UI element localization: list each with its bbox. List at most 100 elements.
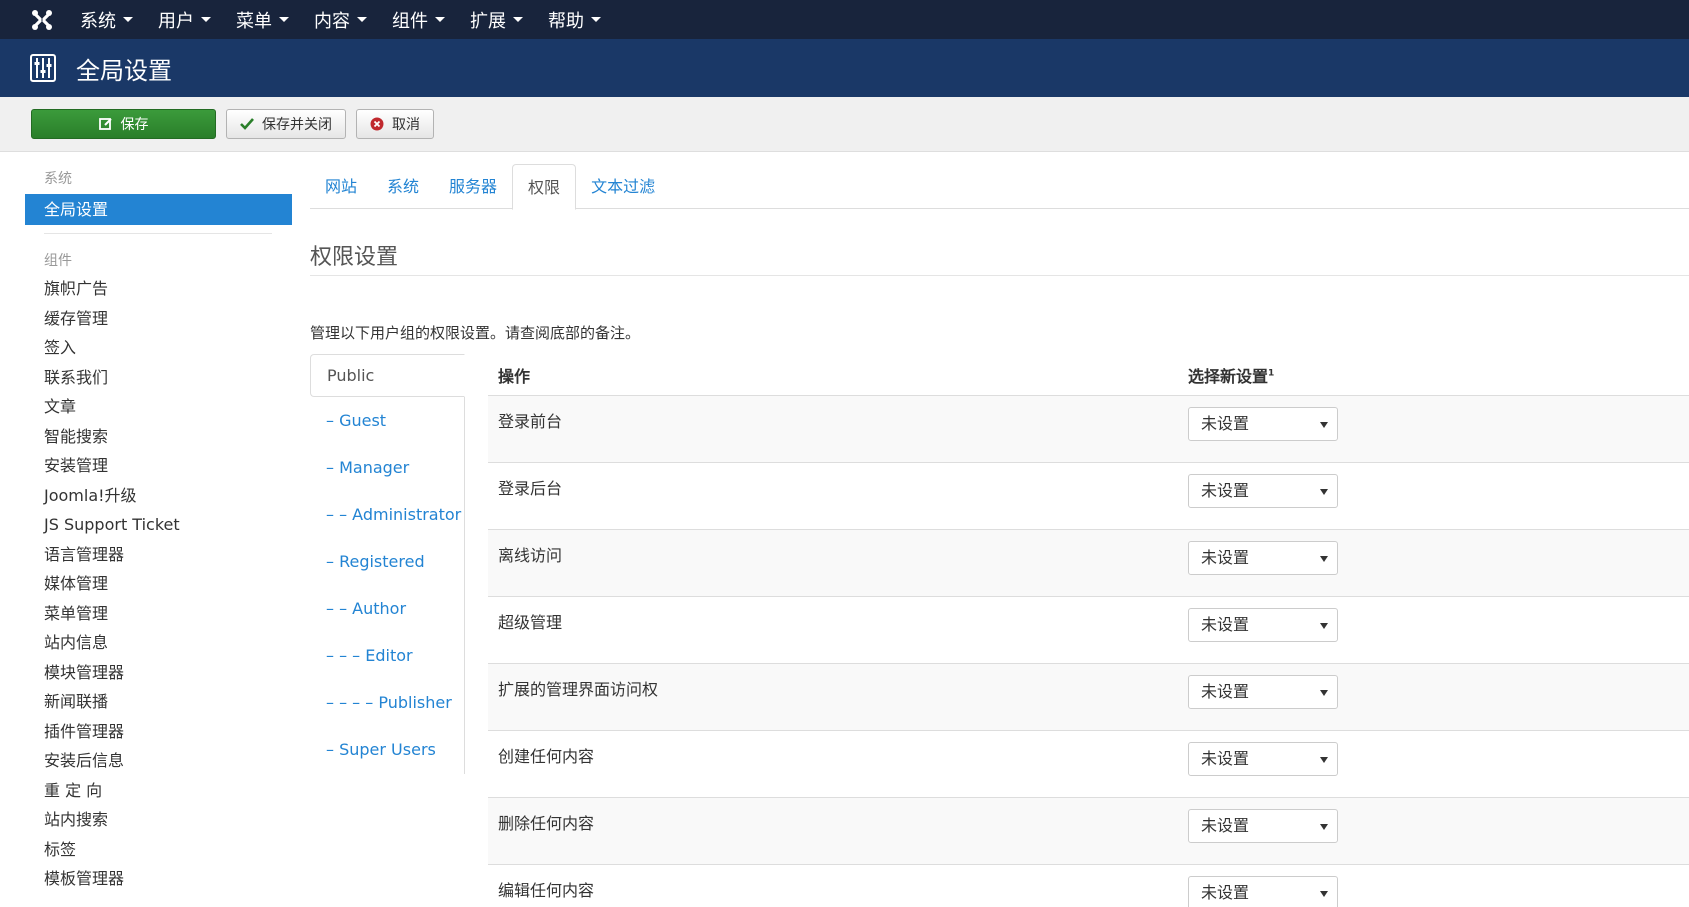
- sidebar-item[interactable]: 站内信息: [25, 628, 292, 658]
- permission-select[interactable]: 未设置: [1188, 675, 1338, 709]
- permissions-table-header: 操作 选择新设置1: [488, 354, 1689, 396]
- sidebar-item[interactable]: 联系我们: [25, 363, 292, 393]
- sidebar-item[interactable]: JS Support Ticket: [25, 510, 292, 540]
- permission-select-value: 未设置: [1201, 883, 1250, 902]
- permission-select[interactable]: 未设置: [1188, 608, 1338, 642]
- nav-menu-item[interactable]: 用户: [158, 7, 211, 33]
- caret-down-icon: [201, 17, 211, 22]
- permission-select[interactable]: 未设置: [1188, 407, 1338, 441]
- dropdown-arrow-icon: [1320, 757, 1328, 763]
- user-group-list: Public – Guest – Manager – – Administrator –…: [310, 354, 465, 774]
- user-group-tab[interactable]: – – Author: [310, 585, 464, 632]
- permission-select-value: 未设置: [1201, 682, 1250, 701]
- sidebar-item[interactable]: 菜单管理: [25, 599, 292, 629]
- permission-select-value: 未设置: [1201, 816, 1250, 835]
- settings-sliders-icon: [30, 54, 56, 82]
- permission-select-value: 未设置: [1201, 481, 1250, 500]
- sidebar-item[interactable]: 模块管理器: [25, 658, 292, 688]
- permission-action-label: 创建任何内容: [498, 747, 595, 766]
- nav-menu-label: 系统: [80, 10, 116, 32]
- config-tab[interactable]: 系统: [372, 164, 434, 209]
- sidebar-item-global-config[interactable]: 全局设置: [25, 194, 292, 225]
- permission-select[interactable]: 未设置: [1188, 742, 1338, 776]
- caret-down-icon: [279, 17, 289, 22]
- config-tab[interactable]: 服务器: [434, 164, 512, 209]
- user-group-tab[interactable]: – Guest: [310, 397, 464, 444]
- permission-select-value: 未设置: [1201, 414, 1250, 433]
- sidebar-component-list: 旗帜广告 缓存管理 签入 联系我们 文章 智能搜索 安装管理 Joomla!升级 JS Supp…: [25, 274, 292, 894]
- user-group-tab[interactable]: – Manager: [310, 444, 464, 491]
- caret-down-icon: [435, 17, 445, 22]
- sidebar-item[interactable]: 安装管理: [25, 451, 292, 481]
- page-title: 全局设置: [76, 56, 172, 85]
- permission-select[interactable]: 未设置: [1188, 541, 1338, 575]
- permission-row: 删除任何内容 未设置: [488, 798, 1689, 865]
- permission-select[interactable]: 未设置: [1188, 474, 1338, 508]
- sidebar-item[interactable]: 标签: [25, 835, 292, 865]
- sidebar-item[interactable]: 站内搜索: [25, 805, 292, 835]
- config-tab[interactable]: 网站: [310, 164, 372, 209]
- dropdown-arrow-icon: [1320, 623, 1328, 629]
- nav-menu-label: 帮助: [548, 10, 584, 32]
- user-group-tab[interactable]: Public: [310, 354, 465, 397]
- permission-action-label: 登录前台: [498, 412, 563, 431]
- config-tab[interactable]: 权限: [512, 164, 577, 210]
- user-group-tab[interactable]: – Registered: [310, 538, 464, 585]
- permissions-description: 管理以下用户组的权限设置。请查阅底部的备注。: [310, 324, 641, 342]
- nav-menu-item[interactable]: 组件: [392, 7, 445, 33]
- permission-row: 编辑任何内容 未设置: [488, 865, 1689, 907]
- cancel-button-label: 取消: [392, 117, 420, 133]
- user-group-tab[interactable]: – – Administrator: [310, 491, 464, 538]
- sidebar-item[interactable]: 新闻联播: [25, 687, 292, 717]
- nav-menu-item[interactable]: 菜单: [236, 7, 289, 33]
- dropdown-arrow-icon: [1320, 556, 1328, 562]
- cancel-circle-icon: [370, 117, 384, 131]
- edit-icon: [98, 117, 113, 131]
- sidebar-item[interactable]: 模板管理器: [25, 864, 292, 894]
- nav-menu-item[interactable]: 扩展: [470, 7, 523, 33]
- sidebar-item[interactable]: 语言管理器: [25, 540, 292, 570]
- sidebar-item[interactable]: 媒体管理: [25, 569, 292, 599]
- sidebar-item[interactable]: Joomla!升级: [25, 481, 292, 511]
- sidebar-item[interactable]: 安装后信息: [25, 746, 292, 776]
- save-close-button-label: 保存并关闭: [262, 117, 332, 133]
- nav-menu-label: 扩展: [470, 10, 506, 32]
- joomla-logo-icon[interactable]: [30, 8, 54, 32]
- nav-menu-item[interactable]: 系统: [80, 7, 133, 33]
- sidebar-item[interactable]: 重 定 向: [25, 776, 292, 806]
- dropdown-arrow-icon: [1320, 422, 1328, 428]
- column-header-setting-label: 选择新设置: [1188, 366, 1269, 386]
- user-group-tab[interactable]: – Super Users: [310, 726, 464, 773]
- sidebar-header-system: 系统: [44, 171, 72, 187]
- title-bar: 全局设置: [0, 39, 1689, 97]
- sidebar-item[interactable]: 缓存管理: [25, 304, 292, 334]
- permission-action-label: 编辑任何内容: [498, 881, 595, 900]
- column-header-setting: 选择新设置1: [1188, 363, 1274, 387]
- user-group-tab[interactable]: – – – – Publisher: [310, 679, 464, 726]
- check-icon: [240, 118, 254, 130]
- nav-menu-label: 菜单: [236, 10, 272, 32]
- sidebar-item[interactable]: 智能搜索: [25, 422, 292, 452]
- sidebar-item[interactable]: 文章: [25, 392, 292, 422]
- nav-menu-item[interactable]: 帮助: [548, 7, 601, 33]
- section-divider: [310, 275, 1689, 276]
- nav-menu-item[interactable]: 内容: [314, 7, 367, 33]
- config-tab[interactable]: 文本过滤: [576, 164, 670, 209]
- save-close-button[interactable]: 保存并关闭: [226, 109, 346, 139]
- permission-action-label: 删除任何内容: [498, 814, 595, 833]
- permission-row: 登录后台 未设置: [488, 463, 1689, 530]
- cancel-button[interactable]: 取消: [356, 109, 434, 139]
- permission-row: 登录前台 未设置: [488, 396, 1689, 463]
- main-content: 网站 系统 服务器 权限 文本过滤 权限设置 管理以下用户组的权限设置。请查阅底部的备注…: [310, 152, 1689, 907]
- toolbar: 保存 保存并关闭 取消: [0, 97, 1689, 152]
- caret-down-icon: [123, 17, 133, 22]
- save-button[interactable]: 保存: [31, 109, 216, 139]
- sidebar-item[interactable]: 旗帜广告: [25, 274, 292, 304]
- user-group-tab[interactable]: – – – Editor: [310, 632, 464, 679]
- permission-select-value: 未设置: [1201, 615, 1250, 634]
- sidebar-item[interactable]: 签入: [25, 333, 292, 363]
- permission-select[interactable]: 未设置: [1188, 876, 1338, 907]
- dropdown-arrow-icon: [1320, 489, 1328, 495]
- permission-select[interactable]: 未设置: [1188, 809, 1338, 843]
- sidebar-item[interactable]: 插件管理器: [25, 717, 292, 747]
